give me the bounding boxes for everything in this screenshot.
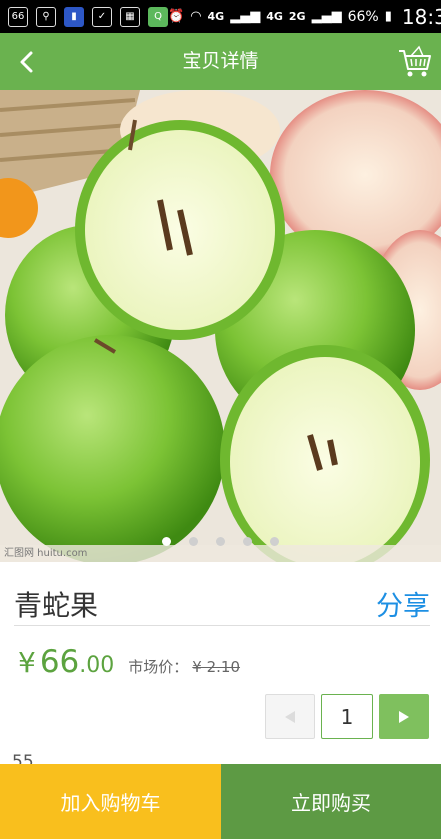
quantity-input[interactable] [321,694,373,739]
wifi-icon: ◠ [190,9,202,24]
price-currency: ¥ [18,646,36,679]
triangle-right-icon [399,710,409,723]
carousel-dot[interactable] [162,537,171,546]
product-image: 汇图网 huitu.com [0,90,441,562]
add-to-cart-button[interactable]: 加入购物车 [0,764,221,839]
phone-icon: ▮ [64,6,84,27]
increment-button[interactable] [379,694,429,739]
check-icon: ✓ [92,6,112,27]
carousel-indicator [0,537,441,546]
notification-count-icon: 66 [8,6,28,27]
name-row: 青蛇果 分享 [14,580,430,626]
price-row: ¥ 66 .00 市场价： ¥ 2.10 [18,644,240,684]
iqiyi-icon: Q [148,6,168,27]
share-button[interactable]: 分享 [376,584,430,623]
shopping-basket-icon [399,45,431,77]
market-price: ¥ 2.10 [192,658,241,676]
alarm-icon: ⏰ [168,9,185,24]
image-icon: ▦ [120,6,140,27]
market-price-label: 市场价： [128,658,189,676]
decrement-button[interactable] [265,694,315,739]
cart-button[interactable] [397,43,433,79]
image-watermark: 汇图网 huitu.com [4,546,87,559]
app-header: 宝贝详情 [0,33,441,90]
signal-icon-2: ▂▄▆ [311,9,342,24]
buy-now-button[interactable]: 立即购买 [221,764,441,839]
clock: 18:32 [401,4,441,29]
carousel-dot[interactable] [189,537,198,546]
price-integer: 66 [39,644,80,680]
network-type-3: 2G [288,10,306,23]
product-image-carousel[interactable]: 汇图网 huitu.com [0,90,441,562]
network-type-2: 4G [266,10,283,23]
carousel-dot[interactable] [216,537,225,546]
carousel-dot[interactable] [270,537,279,546]
quantity-stepper [265,694,429,739]
price-decimal: .00 [79,653,115,678]
battery-percent: 66% [347,8,379,25]
signal-icon: ▂▄▆ [230,9,261,24]
product-name: 青蛇果 [14,589,99,622]
status-bar: 66 ⚲ ▮ ✓ ▦ Q ⏰ ◠ 4G ▂▄▆ 4G 2G ▂▄▆ 66% ▮ … [0,0,441,33]
page-title: 宝贝详情 [182,50,259,72]
triangle-left-icon [285,710,295,723]
usb-icon: ⚲ [36,6,56,27]
battery-icon: ▮ [384,9,392,24]
network-type-1: 4G [207,10,225,23]
carousel-dot[interactable] [243,537,252,546]
bottom-action-bar: 加入购物车 立即购买 [0,764,441,839]
